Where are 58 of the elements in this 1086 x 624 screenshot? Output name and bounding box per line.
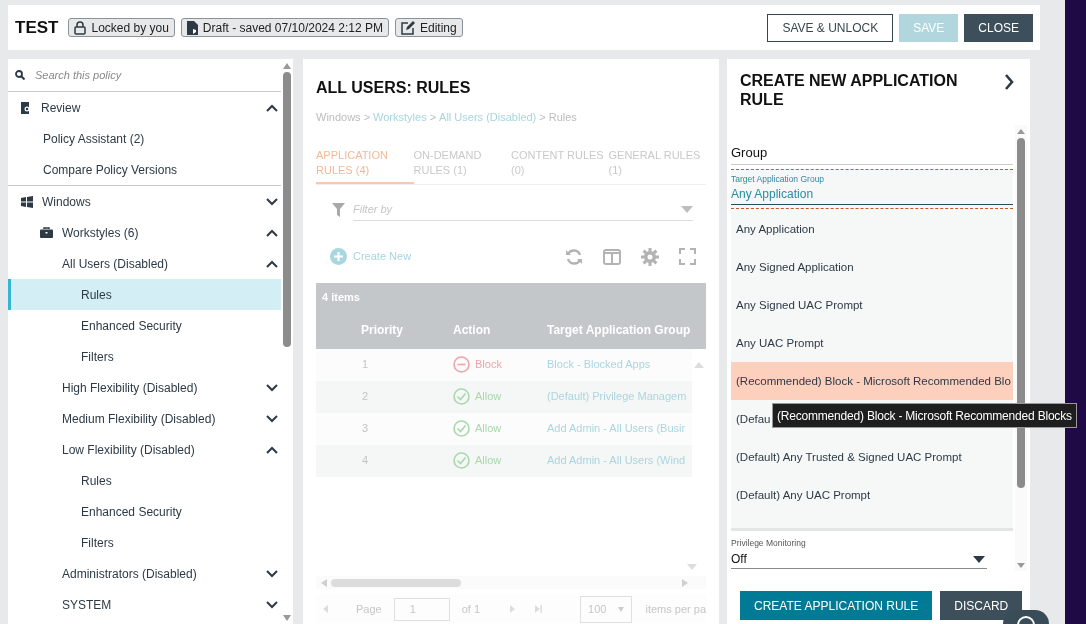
table-cell-text: Block - Blocked Apps	[547, 357, 652, 373]
section-heading: Group	[731, 143, 1013, 165]
header-button[interactable]: SAVE & UNLOCK	[767, 13, 894, 42]
status-badge: Locked by you	[68, 18, 175, 37]
table-cell-text: Add Admin - All Users (Wind	[547, 453, 687, 469]
page-title: TEST	[15, 16, 59, 39]
select-field[interactable]: Target Application Group Any Application	[731, 169, 1013, 206]
panel-title: CREATE NEW APPLICATION RULE	[740, 71, 959, 109]
action-status: Block	[453, 356, 547, 373]
tree-item[interactable]: Medium Flexibility (Disabled)	[8, 403, 281, 434]
dropdown-option[interactable]: Any Signed Application	[731, 248, 1013, 287]
panel-button[interactable]: DISCARD	[940, 591, 1023, 620]
table-cell-text: (Default) Privilege Managem	[547, 389, 688, 405]
filter-field[interactable]: Filter by	[353, 198, 681, 220]
breadcrumb-separator: >	[539, 110, 546, 125]
tree-item[interactable]: Enhanced Security	[8, 496, 281, 527]
field-value: Any Application	[731, 186, 815, 204]
action-status: Allow	[453, 388, 547, 405]
breadcrumb-separator: >	[429, 110, 437, 125]
tree-item[interactable]: Windows	[8, 186, 281, 217]
tree-item[interactable]: SYSTEM	[8, 589, 281, 620]
tree-item[interactable]: Rules	[8, 465, 281, 496]
dropdown-option[interactable]: (Default) Any UAC Prompt	[731, 476, 1013, 515]
breadcrumb-item: Windows	[316, 110, 361, 125]
action-status: Allow	[453, 420, 547, 437]
tree-item[interactable]: Policy Assistant (2)	[8, 123, 281, 154]
dropdown-option[interactable]: (Recommended) Block - Microsoft Recommended Blo	[731, 362, 1013, 401]
tree-item[interactable]: High Flexibility (Disabled)	[8, 372, 281, 403]
breadcrumb-item: Rules	[548, 110, 577, 125]
tree-item[interactable]: Enhanced Security	[8, 310, 281, 341]
action-status: Allow	[453, 452, 547, 469]
tree-item[interactable]: Workstyles (6)	[8, 217, 281, 248]
breadcrumb-separator: >	[363, 110, 371, 125]
tree-item[interactable]: Filters	[8, 341, 281, 372]
select-field[interactable]: Privilege Monitoring Off	[731, 537, 987, 569]
tooltip: (Recommended) Block - Microsoft Recommended Blocks	[772, 403, 1077, 428]
field-label: Target Application Group	[731, 172, 826, 186]
status-badge: Draft - saved 07/10/2024 2:12 PM	[180, 18, 389, 37]
dropdown-option[interactable]: Any Application	[731, 210, 1013, 249]
tree-item[interactable]: All Users (Disabled)	[8, 248, 281, 279]
tree-item[interactable]: Rules	[8, 279, 281, 310]
tree-item[interactable]: Low Flexibility (Disabled)	[8, 434, 281, 465]
field-label: Privilege Monitoring	[731, 537, 807, 550]
tree-item[interactable]: Compare Policy Versions	[8, 154, 281, 185]
status-badge: Editing	[394, 18, 463, 37]
search-field[interactable]: Search this policy	[35, 66, 235, 84]
tree-item[interactable]: Review	[8, 92, 281, 123]
table-cell-text: 3	[361, 421, 370, 437]
panel-button[interactable]: CREATE APPLICATION RULE	[740, 591, 933, 620]
dropdown-option[interactable]: Any UAC Prompt	[731, 324, 1013, 363]
tree-item[interactable]: Administrators (Disabled)	[8, 558, 281, 589]
panel-title: ALL USERS: RULES	[316, 78, 472, 98]
table-cell-text: Add Admin - All Users (Busir	[547, 421, 687, 437]
dropdown-option[interactable]: Any Signed UAC Prompt	[731, 286, 1013, 325]
dropdown-option[interactable]: (Default) Any Trusted & Signed UAC Prompt	[731, 438, 1013, 477]
item-count: 4 items	[322, 289, 360, 305]
tree-item[interactable]: Filters	[8, 527, 281, 558]
header-button[interactable]: CLOSE	[964, 13, 1033, 42]
